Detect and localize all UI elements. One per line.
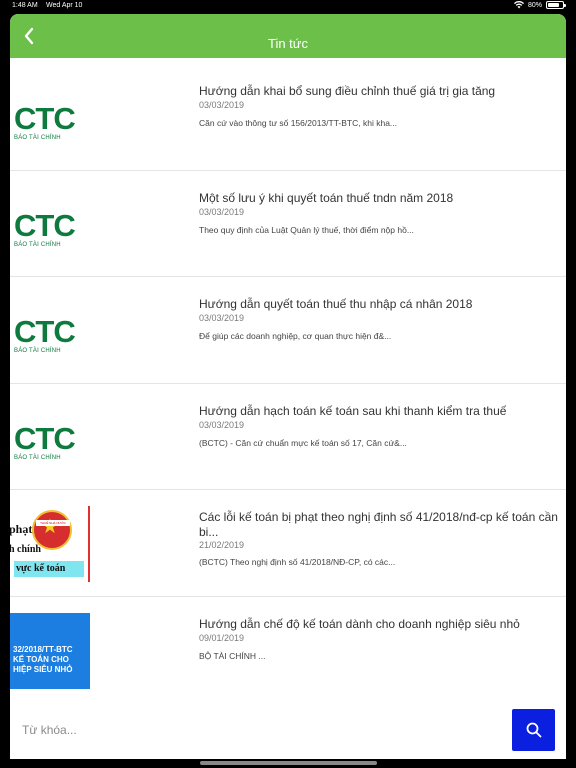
ctc-logo: CTC BÁO TÀI CHÍNH [14,101,76,141]
search-icon [526,722,541,738]
seal-band: THUẾ NHÀ NƯỚC [36,520,70,526]
news-item[interactable]: ★ THUẾ NHÀ NƯỚC phạt h chính vực kế toán… [10,490,566,597]
news-excerpt: BỘ TÀI CHÍNH ... [199,650,266,661]
news-thumbnail: 32/2018/TT-BTC KẾ TOÁN CHO HIỆP SIÊU NHỎ [10,612,90,689]
news-date: 03/03/2019 [199,419,245,430]
news-item[interactable]: CTC BÁO TÀI CHÍNH Một số lưu ý khi quyết… [10,170,566,277]
battery-fill [548,3,560,7]
news-excerpt: Theo quy định của Luật Quản lý thuế, thờ… [199,224,414,235]
news-excerpt: Để giúp các doanh nghiệp, cơ quan thực h… [199,331,392,341]
battery-percent: 80% [527,1,542,9]
status-time: 1:48 AM [12,2,38,9]
app-screen: Tin tức CTC BÁO TÀI CHÍNH Hướng dẫn khai… [10,14,566,759]
news-date: 03/03/2019 [199,206,245,217]
ctc-logo: CTC BÁO TÀI CHÍNH [14,420,76,461]
star-icon: ★ [41,516,59,538]
news-excerpt: (BCTC) - Căn cứ chuẩn mực kế toán số 17,… [199,437,407,448]
thumb-text: vực kế toán [14,561,84,577]
ctc-logo: CTC BÁO TÀI CHÍNH [14,314,76,354]
news-thumbnail: CTC BÁO TÀI CHÍNH [10,80,90,156]
news-thumbnail: CTC BÁO TÀI CHÍNH [10,400,90,476]
news-date: 03/03/2019 [199,313,245,323]
news-title: Các lỗi kế toán bị phạt theo nghị định s… [199,510,558,539]
news-title: Hướng dẫn khai bổ sung điều chỉnh thuế g… [199,84,496,98]
news-title: Hướng dẫn chế độ kế toán dành cho doanh … [199,616,520,631]
thumb-text: phạt [10,522,33,536]
news-title: Hướng dẫn quyết toán thuế thu nhập cá nh… [199,297,473,311]
news-item[interactable]: CTC BÁO TÀI CHÍNH Hướng dẫn khai bổ sung… [10,64,566,171]
thumb-text: h chính [10,544,41,555]
news-item[interactable]: 32/2018/TT-BTC KẾ TOÁN CHO HIỆP SIÊU NHỎ… [10,596,566,703]
news-thumbnail: CTC BÁO TÀI CHÍNH [10,293,90,369]
news-thumbnail: ★ THUẾ NHÀ NƯỚC phạt h chính vực kế toán [10,506,90,582]
news-list: CTC BÁO TÀI CHÍNH Hướng dẫn khai bổ sung… [10,64,566,703]
search-bar [10,707,566,759]
news-item[interactable]: CTC BÁO TÀI CHÍNH Hướng dẫn quyết toán t… [10,277,566,384]
news-date: 09/01/2019 [199,632,245,643]
news-excerpt: (BCTC) Theo nghị định số 41/2018/NĐ-CP, … [199,557,396,567]
status-right: 80% [513,1,566,9]
battery-icon [546,1,566,9]
news-title: Hướng dẫn hạch toán kế toán sau khi than… [199,403,507,418]
home-indicator[interactable] [200,761,377,765]
thumb-text: 32/2018/TT-BTC KẾ TOÁN CHO HIỆP SIÊU NHỎ [13,644,73,674]
ctc-logo: CTC BÁO TÀI CHÍNH [14,207,76,248]
status-bar: 1:48 AM Wed Apr 10 80% [0,0,576,14]
search-button[interactable] [512,709,555,751]
status-date: Wed Apr 10 [46,2,83,9]
news-date: 21/02/2019 [199,540,245,550]
page-title: Tin tức [267,36,308,51]
news-title: Một số lưu ý khi quyết toán thuế tndn nă… [199,190,454,205]
search-input[interactable] [22,717,502,743]
wifi-icon [513,1,524,9]
news-item[interactable]: CTC BÁO TÀI CHÍNH Hướng dẫn hạch toán kế… [10,383,566,490]
news-thumbnail: CTC BÁO TÀI CHÍNH [10,187,90,263]
nav-bar: Tin tức [10,14,566,58]
news-excerpt: Căn cứ vào thông tư số 156/2013/TT-BTC, … [199,118,398,128]
news-date: 03/03/2019 [199,100,245,110]
